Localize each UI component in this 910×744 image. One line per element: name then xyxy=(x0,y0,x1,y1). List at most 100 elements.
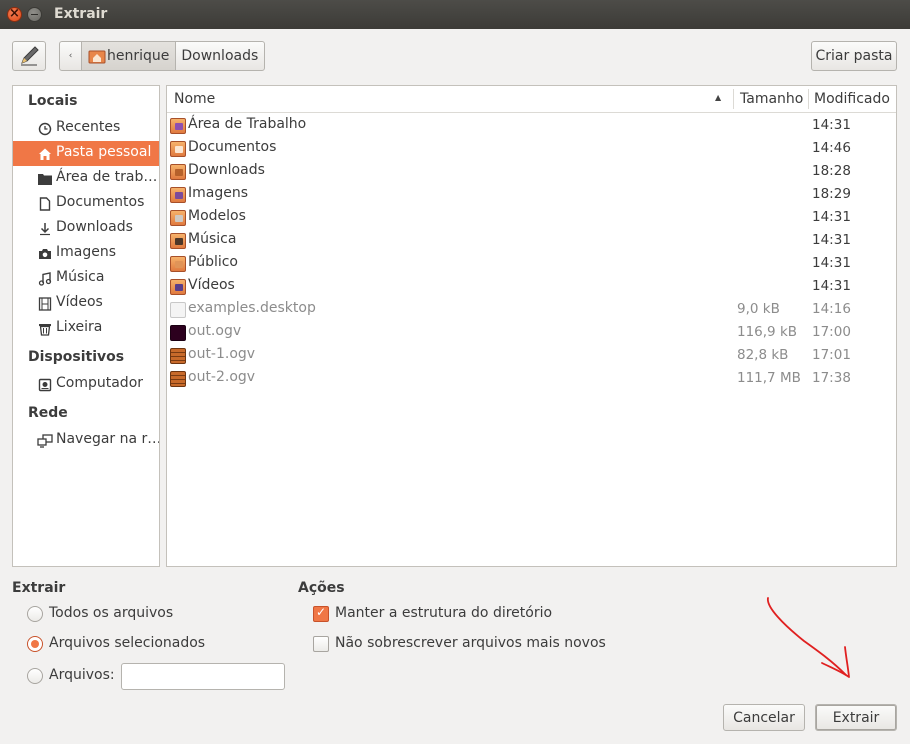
folder-row[interactable]: Imagens 18:29 xyxy=(167,183,896,206)
all-files-label[interactable]: Todos os arquivos xyxy=(49,605,173,621)
file-modified: 17:38 xyxy=(812,370,851,386)
file-list: Nome ▲ Tamanho Modificado Área de Trabal… xyxy=(166,85,897,567)
file-name: Música xyxy=(188,231,237,247)
sidebar-section-devices: Dispositivos xyxy=(28,349,125,365)
sidebar-item-label: Vídeos xyxy=(56,294,103,310)
column-header-size[interactable]: Tamanho xyxy=(740,91,803,107)
file-modified: 14:31 xyxy=(812,278,851,294)
video-file-icon xyxy=(170,348,186,364)
file-modified: 14:31 xyxy=(812,209,851,225)
sidebar-item-home[interactable]: Pasta pessoal xyxy=(13,141,159,166)
window-title: Extrair xyxy=(54,6,108,22)
minimize-window-button[interactable] xyxy=(27,7,42,22)
sidebar-item-computer[interactable]: Computador xyxy=(13,372,159,397)
folder-row[interactable]: Música 14:31 xyxy=(167,229,896,252)
sidebar-item-documents[interactable]: Documentos xyxy=(13,191,159,216)
folder-icon xyxy=(170,164,186,180)
sidebar-section-network: Rede xyxy=(28,405,68,421)
sidebar-section-places: Locais xyxy=(28,93,78,109)
file-row[interactable]: out.ogv 116,9 kB 17:00 xyxy=(167,321,896,344)
file-modified: 14:31 xyxy=(812,232,851,248)
sidebar-item-videos[interactable]: Vídeos xyxy=(13,291,159,316)
keep-structure-label[interactable]: Manter a estrutura do diretório xyxy=(335,605,552,621)
music-icon xyxy=(37,271,53,287)
sidebar-item-label: Computador xyxy=(56,375,144,391)
sidebar-item-recent[interactable]: Recentes xyxy=(13,116,159,141)
folder-row[interactable]: Público 14:31 xyxy=(167,252,896,275)
sidebar-item-label: Música xyxy=(56,269,105,285)
folder-row[interactable]: Área de Trabalho 14:31 xyxy=(167,114,896,137)
folder-icon xyxy=(170,118,186,134)
no-overwrite-checkbox[interactable] xyxy=(313,636,329,652)
path-scroll-left-button[interactable]: ‹ xyxy=(60,42,82,70)
file-row[interactable]: out-1.ogv 82,8 kB 17:01 xyxy=(167,344,896,367)
file-modified: 14:31 xyxy=(812,117,851,133)
file-modified: 18:29 xyxy=(812,186,851,202)
title-bar: Extrair xyxy=(0,0,910,29)
file-name: Documentos xyxy=(188,139,277,155)
desktop-folder-icon xyxy=(37,171,53,187)
path-segment-home[interactable]: henrique xyxy=(82,42,177,70)
file-row[interactable]: examples.desktop 9,0 kB 14:16 xyxy=(167,298,896,321)
column-header-name[interactable]: Nome xyxy=(174,91,215,107)
folder-row[interactable]: Documentos 14:46 xyxy=(167,137,896,160)
sidebar-item-label: Downloads xyxy=(56,219,133,235)
document-icon xyxy=(37,196,53,212)
file-size: 9,0 kB xyxy=(737,301,780,317)
sidebar-item-label: Lixeira xyxy=(56,319,103,335)
sidebar-item-network[interactable]: Navegar na r… xyxy=(13,428,159,453)
sidebar-item-label: Recentes xyxy=(56,119,121,135)
sidebar-item-pictures[interactable]: Imagens xyxy=(13,241,159,266)
sidebar-item-downloads[interactable]: Downloads xyxy=(13,216,159,241)
folder-row[interactable]: Modelos 14:31 xyxy=(167,206,896,229)
extract-button[interactable]: Extrair xyxy=(815,704,897,731)
sidebar-item-label: Área de trab… xyxy=(56,169,158,185)
annotation-arrow xyxy=(767,597,850,678)
sidebar-item-label: Documentos xyxy=(56,194,145,210)
file-list-header: Nome ▲ Tamanho Modificado xyxy=(167,86,896,113)
home-icon xyxy=(37,146,53,162)
file-modified: 17:01 xyxy=(812,347,851,363)
all-files-radio[interactable] xyxy=(27,606,43,622)
column-header-modified[interactable]: Modificado xyxy=(814,91,890,107)
location-edit-button[interactable] xyxy=(12,41,46,71)
folder-icon xyxy=(170,210,186,226)
file-name: Vídeos xyxy=(188,277,235,293)
folder-icon xyxy=(170,141,186,157)
selected-files-radio[interactable] xyxy=(27,636,43,652)
file-size: 82,8 kB xyxy=(737,347,789,363)
files-pattern-input[interactable] xyxy=(121,663,285,690)
file-modified: 17:00 xyxy=(812,324,851,340)
path-segment-downloads[interactable]: Downloads xyxy=(176,42,264,70)
keep-structure-checkbox[interactable] xyxy=(313,605,329,622)
path-segment-label: Downloads xyxy=(181,48,259,64)
sidebar-item-music[interactable]: Música xyxy=(13,266,159,291)
pencil-icon xyxy=(21,46,39,66)
files-pattern-label[interactable]: Arquivos: xyxy=(49,667,115,683)
files-pattern-radio[interactable] xyxy=(27,668,43,684)
sidebar-item-desktop[interactable]: Área de trab… xyxy=(13,166,159,191)
file-row[interactable]: out-2.ogv 111,7 MB 17:38 xyxy=(167,367,896,390)
folder-row[interactable]: Downloads 18:28 xyxy=(167,160,896,183)
file-size: 116,9 kB xyxy=(737,324,798,340)
cancel-button[interactable]: Cancelar xyxy=(723,704,805,731)
path-bar: ‹ henrique Downloads xyxy=(59,41,266,71)
folder-icon xyxy=(170,279,186,295)
selected-files-label[interactable]: Arquivos selecionados xyxy=(49,635,205,651)
no-overwrite-label[interactable]: Não sobrescrever arquivos mais novos xyxy=(335,635,606,651)
file-name: Público xyxy=(188,254,238,270)
column-separator[interactable] xyxy=(733,89,734,109)
file-name: out.ogv xyxy=(188,323,242,339)
file-name: examples.desktop xyxy=(188,300,316,316)
column-separator[interactable] xyxy=(808,89,809,109)
sidebar-item-label: Pasta pessoal xyxy=(56,144,152,160)
create-folder-button[interactable]: Criar pasta xyxy=(811,41,897,71)
sidebar-item-trash[interactable]: Lixeira xyxy=(13,316,159,341)
folder-icon xyxy=(170,233,186,249)
close-window-button[interactable] xyxy=(7,6,22,22)
folder-row[interactable]: Vídeos 14:31 xyxy=(167,275,896,298)
path-segment-label: henrique xyxy=(107,48,170,64)
sidebar-item-label: Imagens xyxy=(56,244,117,260)
sidebar-item-label: Navegar na r… xyxy=(56,431,159,447)
camera-icon xyxy=(37,246,53,262)
